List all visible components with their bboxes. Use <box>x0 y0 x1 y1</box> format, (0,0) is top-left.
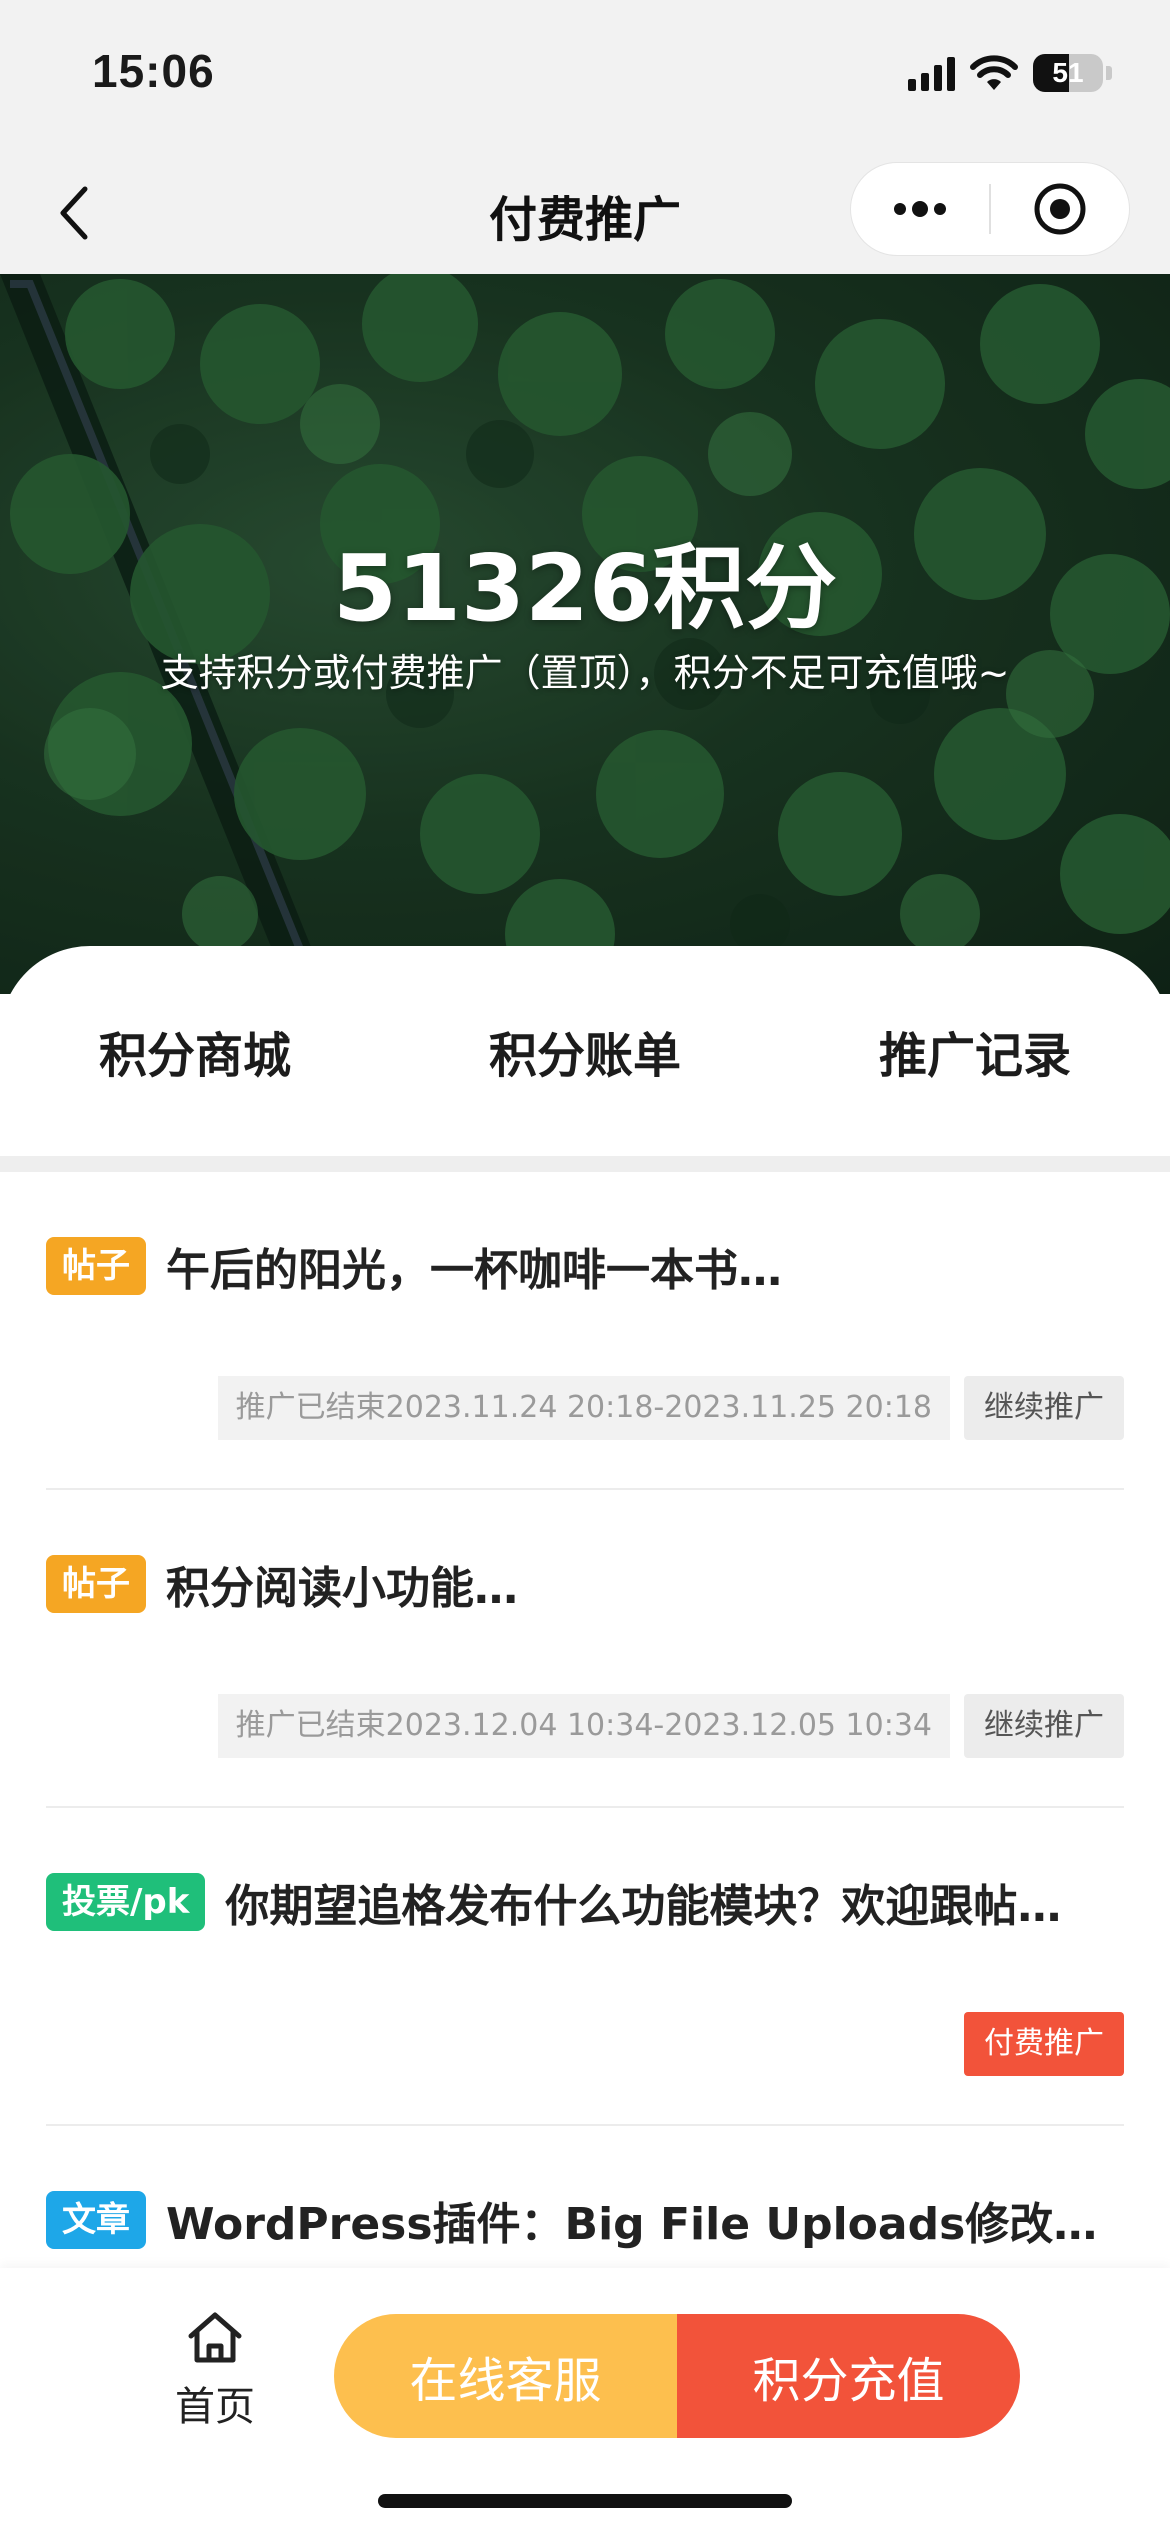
bottom-action-bar: 首页 在线客服 积分充值 <box>0 2268 1170 2532</box>
wifi-icon <box>969 54 1019 92</box>
more-icon <box>894 201 946 217</box>
continue-promotion-button[interactable]: 继续推广 <box>964 1694 1124 1758</box>
item-title[interactable]: 午后的阳光，一杯咖啡一本书… <box>166 1234 1124 1298</box>
type-tag: 帖子 <box>46 1237 146 1295</box>
status-bar: 15:06 51 <box>0 0 1170 150</box>
paid-promotion-button[interactable]: 付费推广 <box>964 2012 1124 2076</box>
points-menu: 积分商城 积分账单 推广记录 <box>0 946 1170 1156</box>
points-bill-link[interactable]: 积分账单 <box>459 996 711 1106</box>
hero-banner: 51326积分 支持积分或付费推广（置顶），积分不足可充值哦~ <box>0 274 1170 994</box>
home-tab[interactable]: 首页 <box>160 2310 270 2432</box>
home-icon <box>188 2312 242 2363</box>
promotion-period: 推广已结束2023.11.24 20:18-2023.11.25 20:18 <box>217 1376 950 1440</box>
promotion-list: 帖子 午后的阳光，一杯咖啡一本书… 推广已结束2023.11.24 20:18-… <box>46 1172 1124 2326</box>
continue-promotion-button[interactable]: 继续推广 <box>964 1376 1124 1440</box>
section-divider <box>0 1156 1170 1172</box>
close-mini-program-icon <box>1034 183 1086 235</box>
points-mall-link[interactable]: 积分商城 <box>69 996 321 1106</box>
more-button[interactable] <box>851 163 989 255</box>
status-icons: 51 <box>908 50 1112 96</box>
online-service-button[interactable]: 在线客服 <box>334 2314 677 2438</box>
home-indicator <box>378 2494 792 2508</box>
battery-tip <box>1106 66 1112 80</box>
nav-bar: 付费推广 <box>0 150 1170 274</box>
home-label: 首页 <box>175 2384 255 2430</box>
points-recharge-button[interactable]: 积分充值 <box>677 2314 1020 2438</box>
type-tag: 文章 <box>46 2191 146 2249</box>
item-title[interactable]: 你期望追格发布什么功能模块？欢迎跟帖… <box>225 1870 1124 1934</box>
battery-body: 51 <box>1033 54 1103 92</box>
mini-program-capsule <box>850 162 1130 256</box>
signal-icon <box>908 55 955 91</box>
list-item[interactable]: 投票/pk 你期望追格发布什么功能模块？欢迎跟帖… 付费推广 <box>46 1808 1124 2126</box>
battery-icon: 51 <box>1033 54 1112 92</box>
promotion-records-link[interactable]: 推广记录 <box>849 996 1101 1106</box>
promotion-period: 推广已结束2023.12.04 10:34-2023.12.05 10:34 <box>217 1694 950 1758</box>
item-title[interactable]: 积分阅读小功能… <box>166 1552 1124 1616</box>
bottom-button-group: 在线客服 积分充值 <box>334 2314 1020 2438</box>
type-tag: 投票/pk <box>46 1873 206 1931</box>
list-item[interactable]: 帖子 积分阅读小功能… 推广已结束2023.12.04 10:34-2023.1… <box>46 1490 1124 1808</box>
list-item[interactable]: 帖子 午后的阳光，一杯咖啡一本书… 推广已结束2023.11.24 20:18-… <box>46 1172 1124 1490</box>
type-tag: 帖子 <box>46 1555 146 1613</box>
points-balance: 51326积分 <box>332 535 838 642</box>
close-mini-program-button[interactable] <box>991 163 1129 255</box>
status-time: 15:06 <box>92 45 215 97</box>
item-title[interactable]: WordPress插件：Big File Uploads修改上传… <box>166 2188 1124 2252</box>
points-hint: 支持积分或付费推广（置顶），积分不足可充值哦~ <box>160 651 1010 695</box>
battery-percent: 51 <box>1052 57 1084 88</box>
